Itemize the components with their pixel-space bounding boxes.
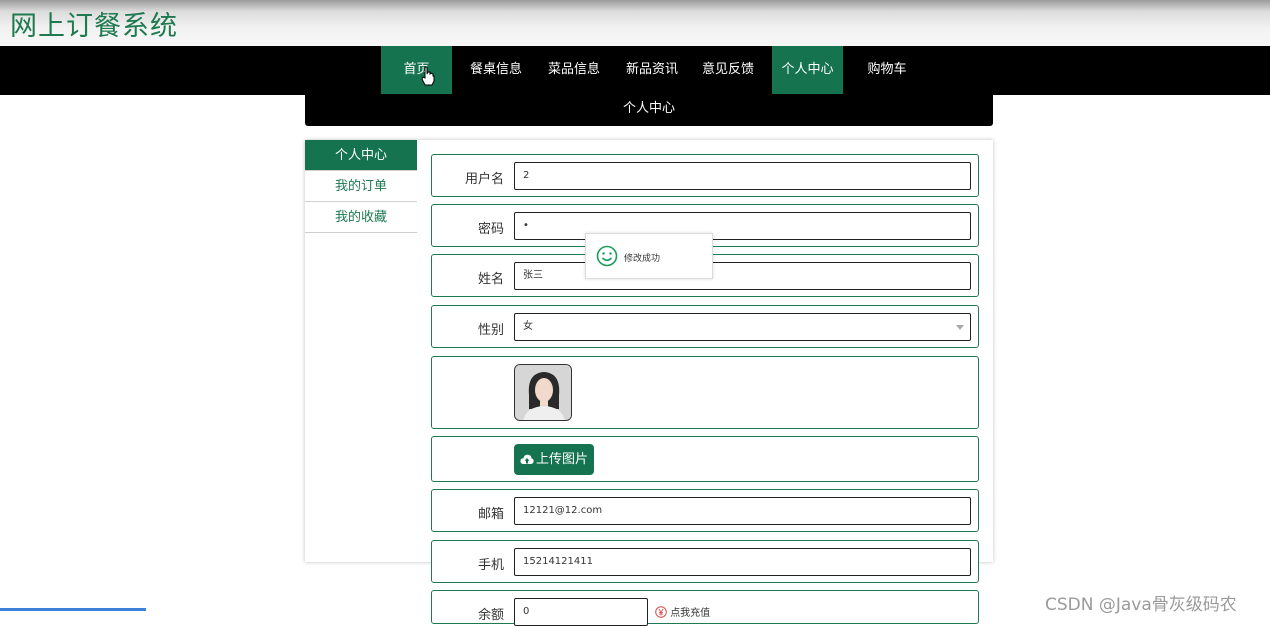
app-header: 网上订餐系统 <box>0 0 1270 46</box>
name-input[interactable]: 张三 <box>514 262 971 290</box>
avatar-image[interactable] <box>514 364 572 421</box>
sidebar-item-orders[interactable]: 我的订单 <box>305 171 417 202</box>
recharge-label: 点我充值 <box>670 608 711 619</box>
gender-row: 性别 女 <box>431 305 979 348</box>
recharge-link[interactable]: 点我充值 <box>655 604 710 619</box>
balance-label: 余额 <box>477 608 504 623</box>
phone-input[interactable]: 15214121411 <box>514 548 971 576</box>
username-label: 用户名 <box>464 172 504 187</box>
upload-row: 上传图片 <box>431 436 979 482</box>
upload-button-label: 上传图片 <box>536 452 589 467</box>
username-row: 用户名 2 <box>431 154 979 197</box>
nav-item-news[interactable]: 新品资讯 <box>614 46 690 94</box>
section-title-bar: 个人中心 <box>305 95 993 126</box>
avatar-portrait-icon <box>515 365 571 420</box>
nav-item-tables[interactable]: 餐桌信息 <box>458 46 534 94</box>
gender-label: 性别 <box>477 323 504 338</box>
toast-message: 修改成功 <box>624 254 661 264</box>
password-input[interactable]: • <box>514 212 971 240</box>
phone-label: 手机 <box>477 558 504 573</box>
nav-item-dishes[interactable]: 菜品信息 <box>536 46 612 94</box>
nav-item-home[interactable]: 首页 <box>381 46 452 94</box>
hand-cursor-icon <box>421 66 435 86</box>
nav-item-cart[interactable]: 购物车 <box>851 46 923 94</box>
sidebar-item-favorites[interactable]: 我的收藏 <box>305 202 417 233</box>
smile-icon <box>596 245 618 267</box>
nav-item-feedback[interactable]: 意见反馈 <box>690 46 766 94</box>
main-nav: 首页 餐桌信息 菜品信息 新品资讯 意见反馈 个人中心 购物车 <box>0 46 1270 95</box>
password-label: 密码 <box>477 222 504 237</box>
success-toast: 修改成功 <box>585 233 713 279</box>
sidebar-item-profile[interactable]: 个人中心 <box>305 140 417 171</box>
name-label: 姓名 <box>477 272 504 287</box>
avatar-row <box>431 356 979 429</box>
cloud-upload-icon <box>520 454 534 464</box>
username-input[interactable]: 2 <box>514 162 971 190</box>
loading-progress-bar <box>0 608 146 611</box>
gender-select-value: 女 <box>523 321 533 332</box>
email-label: 邮箱 <box>477 507 504 522</box>
email-row: 邮箱 12121@12.com <box>431 489 979 532</box>
gender-select[interactable]: 女 <box>514 313 971 341</box>
nav-item-profile[interactable]: 个人中心 <box>772 46 843 94</box>
email-input[interactable]: 12121@12.com <box>514 497 971 525</box>
upload-image-button[interactable]: 上传图片 <box>514 444 594 475</box>
balance-input[interactable]: 0 <box>514 598 648 626</box>
chevron-down-icon <box>956 325 964 330</box>
yen-coin-icon <box>655 606 667 618</box>
watermark-text: CSDN @Java骨灰级码农 <box>1045 595 1237 615</box>
app-title: 网上订餐系统 <box>10 11 178 42</box>
phone-row: 手机 15214121411 <box>431 540 979 583</box>
